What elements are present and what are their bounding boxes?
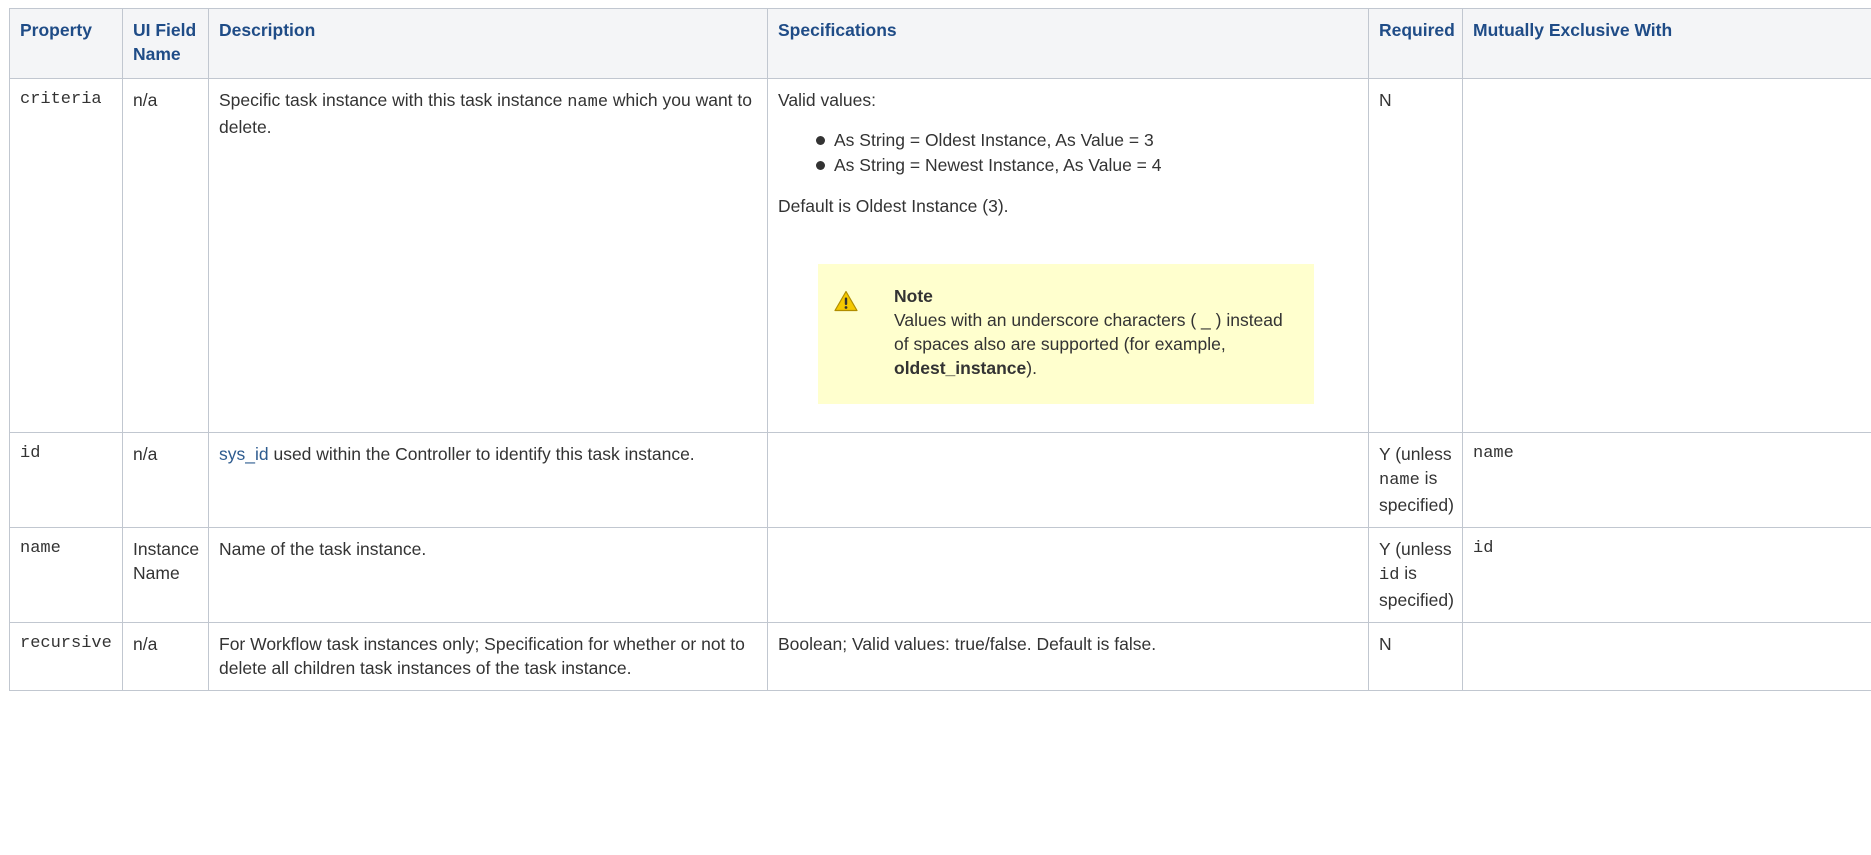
table-row: id n/a sys_id used within the Controller… bbox=[9, 432, 1871, 528]
description-text: used within the Controller to identify t… bbox=[268, 444, 695, 464]
required-text: Y (unless bbox=[1379, 539, 1452, 559]
exclusive-cell: id bbox=[1462, 527, 1871, 623]
header-specifications: Specifications bbox=[767, 8, 1369, 79]
specifications-cell: Valid values: As String = Oldest Instanc… bbox=[767, 78, 1369, 433]
note-text: ). bbox=[1026, 358, 1037, 378]
valid-values-list: As String = Oldest Instance, As Value = … bbox=[778, 128, 1358, 178]
spec-intro: Valid values: bbox=[778, 90, 876, 110]
table-row: name Instance Name Name of the task inst… bbox=[9, 527, 1871, 623]
spec-default: Default is Oldest Instance (3). bbox=[778, 196, 1009, 216]
description-cell: Specific task instance with this task in… bbox=[208, 78, 768, 433]
property-cell: id bbox=[9, 432, 123, 528]
exclusive-cell: name bbox=[1462, 432, 1871, 528]
property-cell: criteria bbox=[9, 78, 123, 433]
note-title: Note bbox=[894, 286, 933, 306]
required-cell: Y (unless name is specified) bbox=[1368, 432, 1463, 528]
property-cell: name bbox=[9, 527, 123, 623]
sys-id-link[interactable]: sys_id bbox=[219, 444, 269, 464]
specifications-cell: Boolean; Valid values: true/false. Defau… bbox=[767, 622, 1369, 691]
note-panel: Note Values with an underscore character… bbox=[818, 264, 1314, 404]
properties-table: Property UI Field Name Description Speci… bbox=[9, 8, 1871, 691]
list-item: As String = Newest Instance, As Value = … bbox=[816, 153, 1358, 178]
header-mutually-exclusive: Mutually Exclusive With bbox=[1462, 8, 1871, 79]
list-item: As String = Oldest Instance, As Value = … bbox=[816, 128, 1358, 153]
note-text: Values with an underscore characters ( _… bbox=[894, 310, 1283, 354]
warning-icon bbox=[834, 290, 858, 312]
header-ui-field-name: UI Field Name bbox=[122, 8, 209, 79]
property-cell: recursive bbox=[9, 622, 123, 691]
table-header-row: Property UI Field Name Description Speci… bbox=[9, 8, 1871, 79]
exclusive-cell bbox=[1462, 622, 1871, 691]
specifications-cell bbox=[767, 432, 1369, 528]
description-cell: For Workflow task instances only; Specif… bbox=[208, 622, 768, 691]
required-cell: Y (unless id is specified) bbox=[1368, 527, 1463, 623]
description-text: Specific task instance with this task in… bbox=[219, 90, 568, 110]
inline-code: name bbox=[1379, 471, 1420, 490]
note-body: Values with an underscore characters ( _… bbox=[894, 308, 1290, 380]
header-required: Required bbox=[1368, 8, 1463, 79]
ui-field-cell: n/a bbox=[122, 78, 209, 433]
inline-code: name bbox=[567, 93, 609, 112]
specifications-cell bbox=[767, 527, 1369, 623]
table-row: criteria n/a Specific task instance with… bbox=[9, 78, 1871, 433]
required-text: Y (unless bbox=[1379, 444, 1452, 464]
header-property: Property bbox=[9, 8, 123, 79]
ui-field-cell: Instance Name bbox=[122, 527, 209, 623]
table-row: recursive n/a For Workflow task instance… bbox=[9, 622, 1871, 691]
required-cell: N bbox=[1368, 622, 1463, 691]
ui-field-cell: n/a bbox=[122, 622, 209, 691]
description-cell: sys_id used within the Controller to ide… bbox=[208, 432, 768, 528]
description-cell: Name of the task instance. bbox=[208, 527, 768, 623]
header-description: Description bbox=[208, 8, 768, 79]
ui-field-cell: n/a bbox=[122, 432, 209, 528]
inline-code: id bbox=[1379, 566, 1400, 585]
note-bold-value: oldest_instance bbox=[894, 358, 1027, 378]
required-cell: N bbox=[1368, 78, 1463, 433]
exclusive-cell bbox=[1462, 78, 1871, 433]
